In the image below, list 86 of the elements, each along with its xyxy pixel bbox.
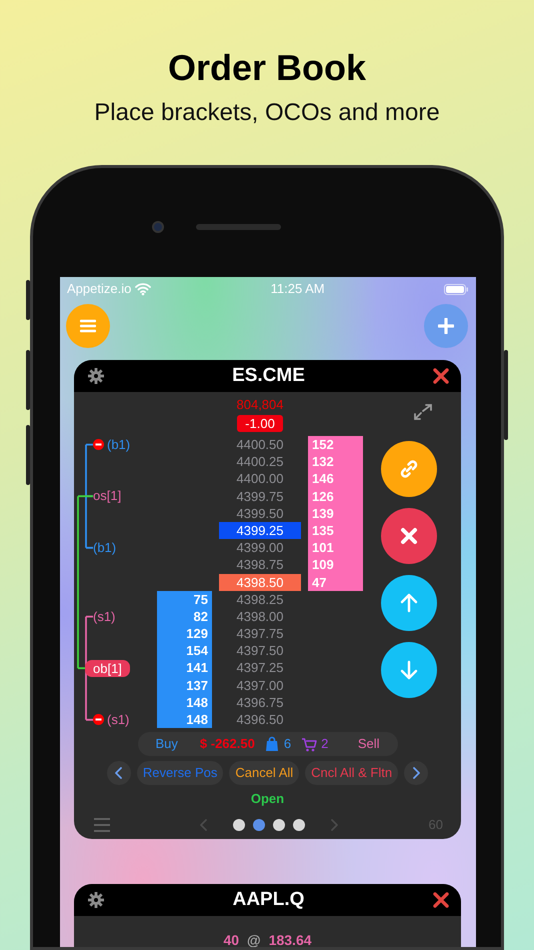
page-dot[interactable] [253, 819, 266, 832]
chevron-left-icon [199, 819, 210, 832]
order-tag[interactable]: ob[1] [85, 660, 130, 677]
at-symbol: @ [247, 931, 261, 947]
price-level[interactable]: 4398.25 [219, 590, 301, 608]
price-level[interactable]: 4398.75 [219, 556, 301, 574]
ask-size[interactable]: 126 [308, 488, 363, 505]
sell-label[interactable]: Sell [358, 734, 380, 754]
cancel-order-icon[interactable] [93, 714, 104, 726]
order-status: Open [250, 790, 286, 808]
cart-icon [301, 736, 318, 752]
ask-size[interactable]: 101 [308, 539, 363, 556]
expand-icon[interactable] [413, 403, 433, 421]
bid-size[interactable]: 75 [157, 590, 212, 608]
chevron-right-icon [411, 767, 422, 780]
plus-icon [438, 318, 454, 334]
close-icon[interactable] [432, 368, 449, 384]
price-level[interactable]: 4396.50 [219, 711, 301, 728]
menu-icon[interactable] [94, 818, 110, 832]
order-label[interactable]: (b1) [107, 434, 130, 454]
price-level[interactable]: 4399.00 [219, 539, 301, 556]
bid-size[interactable]: 141 [157, 659, 212, 677]
previous-button[interactable] [106, 761, 131, 786]
action-button[interactable]: Cancel All [229, 761, 300, 786]
chevron-right-icon [329, 819, 340, 832]
page-dot[interactable] [233, 819, 246, 832]
bid-size[interactable]: 154 [157, 642, 212, 660]
quantity-value: 40 [223, 931, 240, 947]
change-badge: -1.00 [237, 415, 283, 432]
position-count: 6 [284, 735, 292, 754]
price-level[interactable]: 4396.75 [219, 694, 301, 711]
camera-lens [152, 221, 164, 233]
ask-size[interactable]: 132 [308, 453, 363, 470]
price-level[interactable]: 4399.25 [219, 522, 301, 540]
carrier-label: Appetize.io [67, 280, 132, 298]
settings-icon[interactable] [88, 368, 104, 384]
bid-size[interactable]: 82 [157, 608, 212, 626]
action-button[interactable]: Cncl All & Fltn [305, 761, 398, 786]
next-button[interactable] [404, 761, 428, 786]
order-label[interactable]: (s1) [93, 606, 116, 626]
settings-icon[interactable] [88, 892, 104, 908]
price-value: 183.64 [268, 931, 312, 947]
ask-size[interactable]: 109 [308, 556, 363, 574]
price-level[interactable]: 4400.00 [219, 470, 301, 488]
page-dot[interactable] [293, 819, 306, 832]
card-title: ES.CME [232, 364, 305, 388]
order-label[interactable]: (s1) [107, 710, 130, 730]
action-button[interactable]: Reverse Pos [136, 761, 224, 786]
order-count: 2 [321, 735, 328, 754]
cancel-order-icon[interactable] [93, 439, 104, 450]
ask-size[interactable]: 146 [308, 470, 363, 488]
page-subtitle: Place brackets, OCOs and more [93, 98, 441, 128]
volume-text: 804,804 [236, 397, 284, 413]
price-level[interactable]: 4398.50 [219, 574, 301, 591]
price-level[interactable]: 4400.25 [219, 453, 301, 470]
price-level[interactable]: 4397.00 [219, 676, 301, 694]
order-label[interactable]: os[1] [93, 486, 122, 506]
ask-size[interactable]: 135 [308, 522, 363, 540]
bid-size[interactable]: 148 [157, 694, 212, 711]
pnl-value: $ -262.50 [200, 735, 255, 754]
price-level[interactable]: 4399.50 [219, 504, 301, 522]
page-title: Order Book [166, 46, 368, 90]
price-level[interactable]: 4397.50 [219, 642, 301, 660]
price-level[interactable]: 4398.00 [219, 608, 301, 626]
card-title: AAPL.Q [232, 888, 304, 912]
page-dot[interactable] [273, 819, 286, 832]
buy-label[interactable]: Buy [156, 734, 178, 754]
ask-size[interactable]: 152 [308, 436, 363, 454]
status-time: 11:25 AM [270, 280, 326, 298]
order-label[interactable]: (b1) [93, 538, 116, 558]
ask-size[interactable]: 139 [308, 504, 363, 522]
price-level[interactable]: 4400.50 [219, 436, 301, 454]
battery-icon [444, 284, 468, 294]
ask-size[interactable]: 47 [308, 574, 363, 591]
bid-size[interactable]: 137 [157, 676, 212, 694]
price-level[interactable]: 4397.75 [219, 625, 301, 642]
menu-icon [80, 319, 96, 333]
bid-size[interactable]: 129 [157, 625, 212, 642]
price-level[interactable]: 4399.75 [219, 488, 301, 505]
price-level[interactable]: 4397.25 [219, 659, 301, 677]
wifi-icon [135, 282, 152, 296]
close-icon[interactable] [433, 892, 449, 908]
chevron-left-icon [114, 767, 124, 780]
bag-icon [264, 736, 280, 752]
add-button[interactable] [424, 304, 468, 348]
bid-size[interactable]: 148 [157, 711, 212, 728]
